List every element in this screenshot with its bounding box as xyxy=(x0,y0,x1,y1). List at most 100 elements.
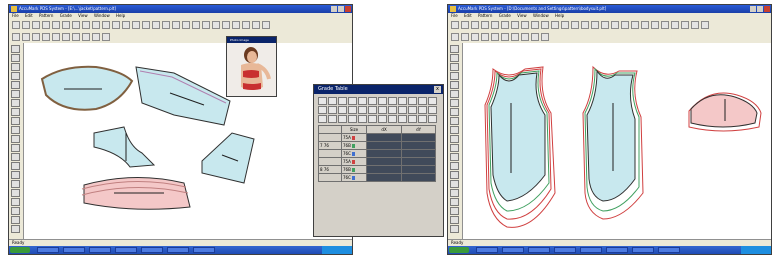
tool-palette-button[interactable] xyxy=(450,90,459,98)
close-icon[interactable] xyxy=(345,6,351,12)
toolbar-button[interactable] xyxy=(222,21,230,29)
toolbar-button[interactable] xyxy=(531,33,539,41)
toolbar-button[interactable] xyxy=(541,33,549,41)
toolbar-button[interactable] xyxy=(22,33,30,41)
taskbar-item[interactable] xyxy=(37,247,59,253)
toolbar-button[interactable] xyxy=(631,21,639,29)
menu-file[interactable]: File xyxy=(451,13,458,18)
toolbar-button[interactable] xyxy=(511,21,519,29)
tool-palette-button[interactable] xyxy=(11,171,20,179)
grade-tool-button[interactable] xyxy=(388,115,397,123)
size-cell[interactable]: 75A xyxy=(341,133,367,142)
taskbar-item[interactable] xyxy=(606,247,628,253)
tool-palette-button[interactable] xyxy=(450,126,459,134)
tool-palette-button[interactable] xyxy=(450,117,459,125)
grade-tool-button[interactable] xyxy=(358,97,367,105)
toolbar-button[interactable] xyxy=(591,21,599,29)
toolbar-button[interactable] xyxy=(491,33,499,41)
grade-tool-button[interactable] xyxy=(358,106,367,114)
grade-tool-button[interactable] xyxy=(428,97,437,105)
grade-tool-button[interactable] xyxy=(378,106,387,114)
grade-tool-button[interactable] xyxy=(368,115,377,123)
dy-cell[interactable] xyxy=(401,141,436,150)
taskbar-item[interactable] xyxy=(528,247,550,253)
tool-palette-button[interactable] xyxy=(450,180,459,188)
dx-cell[interactable] xyxy=(365,133,403,142)
grade-tool-button[interactable] xyxy=(378,115,387,123)
dy-cell[interactable] xyxy=(401,165,436,174)
toolbar-button[interactable] xyxy=(571,21,579,29)
grade-tool-button[interactable] xyxy=(388,97,397,105)
toolbar-button[interactable] xyxy=(12,33,20,41)
grade-tool-button[interactable] xyxy=(328,97,337,105)
tool-palette-button[interactable] xyxy=(11,54,20,62)
toolbar-button[interactable] xyxy=(52,33,60,41)
toolbar-button[interactable] xyxy=(501,33,509,41)
toolbar-button[interactable] xyxy=(32,21,40,29)
toolbar-button[interactable] xyxy=(691,21,699,29)
taskbar-item[interactable] xyxy=(502,247,524,253)
toolbar-button[interactable] xyxy=(52,21,60,29)
tool-palette-button[interactable] xyxy=(450,189,459,197)
toolbar-button[interactable] xyxy=(62,21,70,29)
grade-tool-button[interactable] xyxy=(348,115,357,123)
tool-palette-button[interactable] xyxy=(450,207,459,215)
toolbar-button[interactable] xyxy=(601,21,609,29)
dy-cell[interactable] xyxy=(401,173,436,182)
right-title-bar[interactable]: AccuMark PDS System - [D:\Documents and … xyxy=(448,5,771,13)
menu-pattern[interactable]: Pattern xyxy=(478,13,492,18)
toolbar-button[interactable] xyxy=(112,21,120,29)
toolbar-button[interactable] xyxy=(501,21,509,29)
toolbar-button[interactable] xyxy=(102,21,110,29)
table-row[interactable]: 8 76 76B xyxy=(318,165,436,174)
toolbar-button[interactable] xyxy=(681,21,689,29)
toolbar-button[interactable] xyxy=(62,33,70,41)
taskbar-item[interactable] xyxy=(115,247,137,253)
tool-palette-button[interactable] xyxy=(450,198,459,206)
tool-palette-button[interactable] xyxy=(450,216,459,224)
toolbar-button[interactable] xyxy=(182,21,190,29)
toolbar-button[interactable] xyxy=(471,21,479,29)
right-drawing-canvas[interactable] xyxy=(463,43,771,240)
grade-tool-button[interactable] xyxy=(358,115,367,123)
grade-tool-button[interactable] xyxy=(398,106,407,114)
menu-edit[interactable]: Edit xyxy=(25,13,33,18)
grade-tool-button[interactable] xyxy=(338,115,347,123)
maximize-icon[interactable] xyxy=(338,6,344,12)
table-row[interactable]: 75A xyxy=(318,133,436,142)
toolbar-button[interactable] xyxy=(192,21,200,29)
tool-palette-button[interactable] xyxy=(450,99,459,107)
dy-cell[interactable] xyxy=(401,157,436,166)
left-drawing-canvas[interactable] xyxy=(24,43,352,240)
tool-palette-button[interactable] xyxy=(11,198,20,206)
tool-palette-button[interactable] xyxy=(11,180,20,188)
tool-palette-button[interactable] xyxy=(11,72,20,80)
left-title-bar[interactable]: AccuMark PDS System - [E:\...\jacket\pat… xyxy=(9,5,352,13)
menu-view[interactable]: View xyxy=(78,13,88,18)
toolbar-button[interactable] xyxy=(521,33,529,41)
grade-tool-button[interactable] xyxy=(328,106,337,114)
table-row[interactable]: 75A xyxy=(318,157,436,166)
menu-grade[interactable]: Grade xyxy=(60,13,72,18)
grade-tool-button[interactable] xyxy=(408,115,417,123)
grade-table-title-bar[interactable]: Grade Table x xyxy=(314,85,443,94)
grade-tool-button[interactable] xyxy=(418,115,427,123)
toolbar-button[interactable] xyxy=(481,33,489,41)
toolbar-button[interactable] xyxy=(22,21,30,29)
grade-tool-button[interactable] xyxy=(408,97,417,105)
toolbar-button[interactable] xyxy=(92,21,100,29)
toolbar-button[interactable] xyxy=(242,21,250,29)
tool-palette-button[interactable] xyxy=(11,108,20,116)
toolbar-button[interactable] xyxy=(661,21,669,29)
grade-tool-button[interactable] xyxy=(338,106,347,114)
tool-palette-button[interactable] xyxy=(450,153,459,161)
taskbar-item[interactable] xyxy=(89,247,111,253)
size-cell[interactable]: 76B xyxy=(341,165,367,174)
grade-tool-button[interactable] xyxy=(368,106,377,114)
table-row[interactable]: 7 76 76B xyxy=(318,141,436,150)
toolbar-button[interactable] xyxy=(122,21,130,29)
toolbar-button[interactable] xyxy=(641,21,649,29)
taskbar-item[interactable] xyxy=(193,247,215,253)
grade-tool-button[interactable] xyxy=(418,97,427,105)
dx-cell[interactable] xyxy=(365,141,403,150)
